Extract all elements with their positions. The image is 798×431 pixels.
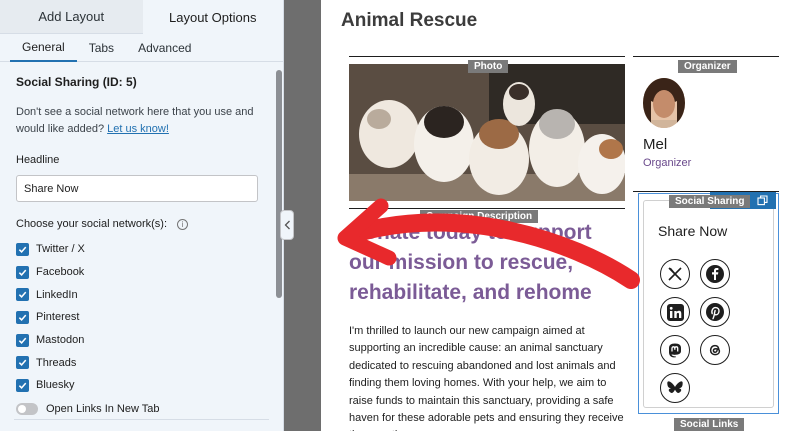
organizer-card: Mel Organizer [633,64,779,190]
checkbox-label: LinkedIn [36,288,78,301]
help-text: Don't see a social network here that you… [16,104,267,138]
pinterest-icon[interactable] [700,297,730,327]
social-headline: Share Now [658,223,728,239]
checkbox-twitter[interactable]: Twitter / X [16,238,267,261]
linkedin-icon[interactable] [660,297,690,327]
subtab-general[interactable]: General [10,34,77,62]
checkbox-label: Threads [36,356,77,369]
social-links-block-tag: Social Links [674,418,745,431]
collapse-panel-handle[interactable] [280,210,294,240]
checkmark-icon[interactable] [16,265,29,279]
open-links-toggle[interactable] [16,402,38,415]
checkbox-mastodon[interactable]: Mastodon [16,329,267,352]
bluesky-icon[interactable] [660,373,690,403]
organizer-role: Organizer [643,157,692,169]
subtab-advanced[interactable]: Advanced [126,34,203,62]
top-tabs: Add Layout Layout Options [0,0,283,34]
social-block-tag: Social Sharing [669,195,751,208]
subtab-tabs[interactable]: Tabs [77,34,126,62]
organizer-name: Mel [643,136,668,153]
layout-panel: Add Layout Layout Options General Tabs A… [0,0,284,431]
checkmark-icon[interactable] [16,356,29,370]
description-block-divider [349,208,625,209]
photo-block-tag: Photo [468,60,509,73]
social-sharing-card: Share Now [643,200,774,408]
photo-block-divider [349,56,625,57]
checkbox-label: Facebook [36,266,85,279]
duplicate-icon[interactable] [755,194,769,208]
social-sharing-block[interactable]: Share Now [638,192,779,414]
checkmark-icon[interactable] [16,242,29,256]
checkbox-threads[interactable]: Threads [16,351,267,374]
info-icon[interactable]: i [177,218,189,230]
open-links-toggle-row[interactable]: Open Links In New Tab [16,402,267,415]
checkmark-icon[interactable] [16,333,29,347]
let-us-know-link[interactable]: Let us know! [107,123,169,135]
checkbox-facebook[interactable]: Facebook [16,261,267,284]
checkmark-icon[interactable] [16,288,29,302]
sub-tabs: General Tabs Advanced [0,34,283,62]
section-title: Social Sharing (ID: 5) [16,75,137,89]
headline-input[interactable]: Share Now [16,175,258,202]
campaign-preview: Animal Rescue Photo Mel Organizer Organi… [321,0,798,431]
chevron-left-icon [284,220,290,230]
panel-scrollbar[interactable] [276,70,282,298]
checkbox-label: Twitter / X [36,243,85,256]
tab-add-layout[interactable]: Add Layout [0,0,143,34]
organizer-block-tag: Organizer [678,60,737,73]
checkbox-label: Mastodon [36,334,85,347]
checkbox-linkedin[interactable]: LinkedIn [16,283,267,306]
campaign-body: I'm thrilled to launch our new campaign … [349,325,624,431]
campaign-headline: Donate today to support our mission to r… [349,221,592,304]
checkmark-icon[interactable] [16,310,29,324]
networks-label-row: Choose your social network(s): i [16,218,267,230]
checkbox-label: Bluesky [36,379,75,392]
headline-label: Headline [16,154,60,166]
x-icon[interactable] [660,259,690,289]
checkbox-label: Pinterest [36,311,80,324]
tab-layout-options[interactable]: Layout Options [142,0,283,34]
panel-body: Social Sharing (ID: 5) Don't see a socia… [0,75,283,415]
checkmark-icon[interactable] [16,378,29,392]
campaign-photo[interactable] [349,64,625,201]
networks-label: Choose your social network(s): [16,218,168,230]
mastodon-icon[interactable] [660,335,690,365]
threads-icon[interactable] [700,335,730,365]
open-links-label: Open Links In New Tab [46,402,160,415]
network-checklist: Twitter / X Facebook LinkedIn Pinterest … [16,238,267,397]
checkbox-pinterest[interactable]: Pinterest [16,306,267,329]
divider [14,419,269,420]
facebook-icon[interactable] [700,259,730,289]
page-title: Animal Rescue [341,10,478,31]
checkbox-bluesky[interactable]: Bluesky [16,374,267,397]
organizer-block-divider [633,56,779,57]
puppies-image [349,64,625,201]
organizer-avatar [643,78,685,128]
